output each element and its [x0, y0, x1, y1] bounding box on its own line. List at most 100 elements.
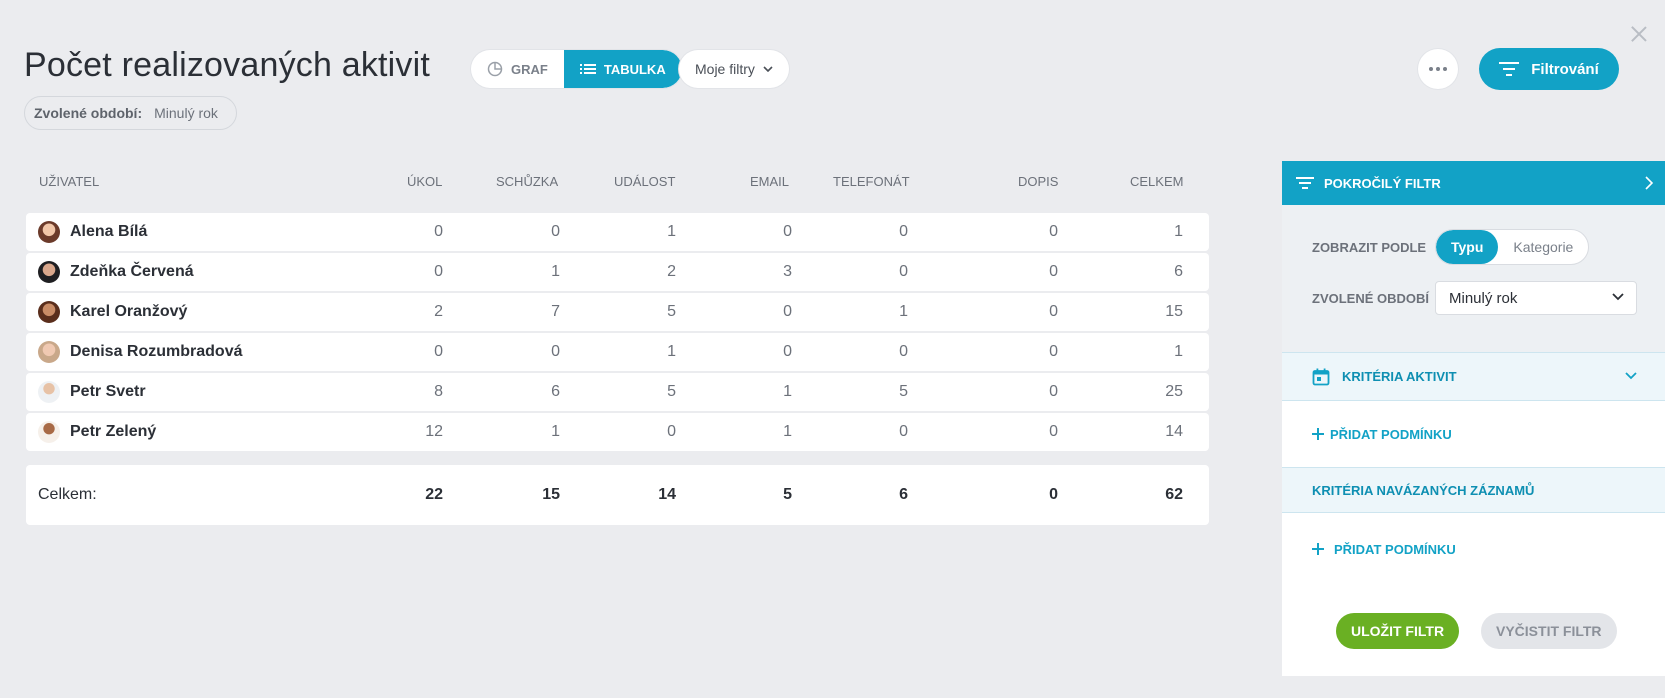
cell-phone: 0	[899, 263, 908, 280]
period-select-value: Minulý rok	[1449, 289, 1518, 307]
panel-settings: ZOBRAZIT PODLE Typu Kategorie ZVOLENÉ OB…	[1282, 205, 1665, 352]
period-select[interactable]: Minulý rok	[1435, 281, 1637, 315]
table-row[interactable]: Petr Svetr 8 6 5 1 5 0 25	[26, 373, 1209, 411]
total-total: 62	[1165, 486, 1183, 503]
activity-criteria-header[interactable]: KRITÉRIA AKTIVIT	[1282, 352, 1665, 401]
table-view-label: TABULKA	[603, 61, 666, 77]
cell-task: 0	[434, 343, 443, 360]
advanced-filter-header[interactable]: POKROČILÝ FILTR	[1282, 161, 1665, 205]
cell-letter: 0	[1049, 223, 1058, 240]
show-by-toggle: Typu Kategorie	[1435, 229, 1590, 265]
cell-total: 25	[1165, 383, 1183, 400]
advanced-filter-title: POKROČILÝ FILTR	[1324, 175, 1441, 191]
avatar	[38, 381, 60, 403]
cell-total: 1	[1174, 343, 1183, 360]
close-icon[interactable]	[1629, 24, 1649, 44]
total-meeting: 15	[542, 486, 560, 503]
table-row[interactable]: Petr Zelený 12 1 0 1 0 0 14	[26, 413, 1209, 451]
table-row[interactable]: Denisa Rozumbradová 0 0 1 0 0 0 1	[26, 333, 1209, 371]
cell-letter: 0	[1049, 343, 1058, 360]
linked-criteria-label: KRITÉRIA NAVÁZANÝCH ZÁZNAMŮ	[1312, 482, 1535, 498]
graph-view-button[interactable]: GRAF	[471, 50, 564, 88]
period-chip-key: Zvolené období:	[34, 105, 143, 121]
cell-email: 1	[783, 383, 792, 400]
period-chip-value: Minulý rok	[154, 105, 218, 121]
total-label: Celkem:	[38, 486, 97, 503]
show-by-label: ZOBRAZIT PODLE	[1312, 240, 1427, 255]
total-phone: 6	[899, 486, 908, 503]
avatar	[38, 421, 60, 443]
column-header-task[interactable]: ÚKOL	[407, 174, 442, 189]
avatar	[38, 221, 60, 243]
cell-email: 1	[783, 423, 792, 440]
cell-phone: 0	[899, 423, 908, 440]
user-name: Petr Svetr	[70, 383, 146, 400]
user-cell: Karel Oranžový	[38, 301, 187, 323]
column-header-letter[interactable]: DOPIS	[1018, 174, 1058, 189]
filter-button-label: Filtrování	[1531, 60, 1599, 78]
column-header-event[interactable]: UDÁLOST	[614, 174, 675, 189]
cell-total: 6	[1174, 263, 1183, 280]
view-toggle: GRAF TABULKA	[471, 50, 682, 88]
column-header-user[interactable]: UŽIVATEL	[39, 174, 99, 189]
avatar	[38, 301, 60, 323]
advanced-filter-panel: POKROČILÝ FILTR ZOBRAZIT PODLE Typu Kate…	[1282, 161, 1665, 676]
calendar-icon	[1312, 368, 1330, 385]
cell-task: 12	[425, 423, 443, 440]
period-label: ZVOLENÉ OBDOBÍ	[1312, 291, 1430, 306]
user-cell: Alena Bílá	[38, 221, 147, 243]
cell-total: 14	[1165, 423, 1183, 440]
table-row[interactable]: Zdeňka Červená 0 1 2 3 0 0 6	[26, 253, 1209, 291]
user-name: Zdeňka Červená	[70, 263, 194, 280]
user-cell: Denisa Rozumbradová	[38, 341, 242, 363]
table-view-button[interactable]: TABULKA	[563, 50, 682, 88]
total-row: Celkem: 22 15 14 5 6 0 62	[26, 465, 1209, 525]
user-name: Petr Zelený	[70, 423, 157, 440]
cell-task: 0	[434, 263, 443, 280]
chevron-down-icon	[1625, 372, 1637, 380]
filter-button[interactable]: Filtrování	[1479, 48, 1619, 90]
cell-meeting: 6	[551, 383, 560, 400]
plus-icon	[1312, 428, 1324, 440]
filter-icon	[1499, 62, 1520, 76]
add-condition-button[interactable]: PŘIDAT PODMÍNKU	[1282, 401, 1665, 467]
cell-meeting: 0	[551, 343, 560, 360]
total-task: 22	[425, 486, 443, 503]
cell-event: 0	[667, 423, 676, 440]
column-header-email[interactable]: EMAIL	[750, 174, 789, 189]
user-name: Denisa Rozumbradová	[70, 343, 243, 360]
more-dot	[1429, 67, 1433, 71]
cell-event: 5	[667, 383, 676, 400]
chevron-down-icon	[763, 66, 773, 72]
cell-total: 15	[1165, 303, 1183, 320]
cell-task: 0	[434, 223, 443, 240]
chevron-right-icon[interactable]	[1645, 176, 1653, 190]
column-header-total[interactable]: CELKEM	[1130, 174, 1183, 189]
show-by-category-option[interactable]: Kategorie	[1498, 230, 1588, 264]
avatar	[38, 261, 60, 283]
table-row[interactable]: Karel Oranžový 2 7 5 0 1 0 15	[26, 293, 1209, 331]
table-row[interactable]: Alena Bílá 0 0 1 0 0 0 1	[26, 213, 1209, 251]
cell-event: 5	[667, 303, 676, 320]
cell-email: 0	[783, 303, 792, 320]
more-dot	[1443, 67, 1447, 71]
cell-letter: 0	[1049, 303, 1058, 320]
cell-phone: 0	[899, 343, 908, 360]
save-filter-button[interactable]: ULOŽIT FILTR	[1336, 613, 1460, 649]
period-chip[interactable]: Zvolené období: Minulý rok	[24, 96, 237, 130]
cell-meeting: 7	[551, 303, 560, 320]
show-by-type-option[interactable]: Typu	[1436, 230, 1499, 264]
user-name: Karel Oranžový	[70, 303, 188, 320]
column-header-phone[interactable]: TELEFONÁT	[833, 174, 910, 189]
add-linked-condition-button[interactable]: PŘIDAT PODMÍNKU	[1282, 513, 1665, 585]
my-filters-dropdown[interactable]: Moje filtry	[679, 50, 789, 88]
cell-email: 3	[783, 263, 792, 280]
filter-icon	[1296, 177, 1314, 189]
cell-phone: 0	[899, 223, 908, 240]
clear-filter-button[interactable]: VYČISTIT FILTR	[1481, 613, 1617, 649]
more-dot	[1436, 67, 1440, 71]
column-header-meeting[interactable]: SCHŮZKA	[496, 174, 558, 189]
pie-chart-icon	[487, 61, 503, 77]
more-options-button[interactable]	[1418, 49, 1458, 89]
cell-letter: 0	[1049, 423, 1058, 440]
